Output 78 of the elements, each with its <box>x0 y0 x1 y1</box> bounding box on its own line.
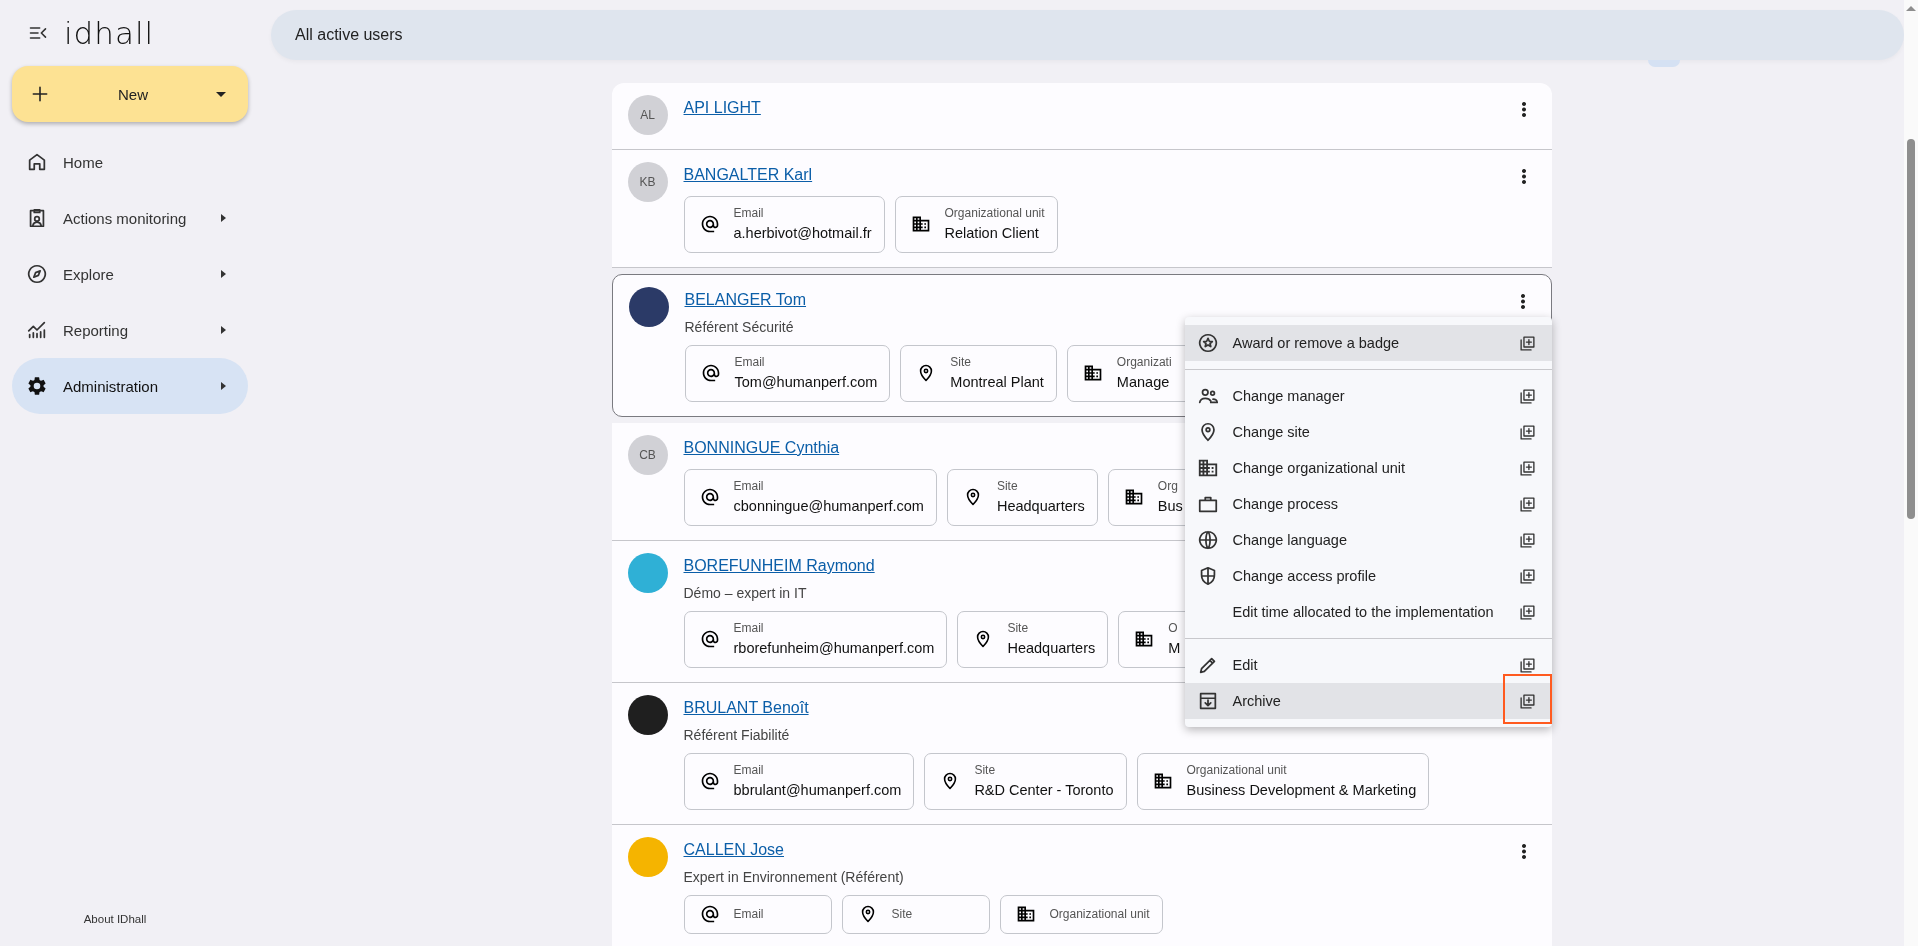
building-icon <box>1196 457 1219 479</box>
open-in-new-icon <box>1518 656 1536 674</box>
building-icon <box>1152 771 1173 791</box>
chart-icon <box>26 319 48 341</box>
at-sign-icon <box>699 629 720 649</box>
open-in-new-icon <box>1518 459 1536 477</box>
user-role: Démo – expert in IT <box>683 585 807 601</box>
avatar: AL <box>627 95 668 135</box>
more-icon <box>1521 168 1526 184</box>
user-name-link[interactable]: BONNINGUE Cynthia <box>683 437 840 459</box>
at-sign-icon <box>700 363 721 383</box>
caret-icon <box>216 91 226 97</box>
info-chip: Email cbonningue@humanperf.com <box>683 469 937 526</box>
building-icon <box>1015 904 1036 924</box>
avatar: KB <box>627 162 668 202</box>
info-chip: Organizational unit Business Development & Marketing <box>1136 753 1430 810</box>
home-icon <box>26 151 48 173</box>
info-chip: Email rborefunheim@humanperf.com <box>683 611 948 668</box>
search-bar[interactable]: All active users <box>271 10 1904 60</box>
settings-icon <box>26 375 48 397</box>
open-in-new-icon <box>1518 567 1536 585</box>
open-in-new-icon <box>1518 603 1536 621</box>
at-sign-icon <box>699 214 720 234</box>
user-name-link[interactable]: CALLEN Jose <box>683 839 784 861</box>
info-chip: Email <box>683 895 832 934</box>
user-name-link[interactable]: BELANGER Tom <box>684 289 807 311</box>
nav-item[interactable]: Actions monitoring <box>12 190 248 246</box>
at-sign-icon <box>699 904 720 924</box>
user-row[interactable]: CALLEN Jose Expert in Environnement (Référent) Email Site Organizational unit <box>611 825 1552 946</box>
open-in-new-icon <box>1518 692 1536 710</box>
open-in-new-icon <box>1518 423 1536 441</box>
user-row[interactable]: AL API LIGHT <box>611 83 1552 150</box>
info-chip: Email bbrulant@humanperf.com <box>683 753 915 810</box>
info-chip: Site R&D Center - Toronto <box>924 753 1127 810</box>
user-name-link[interactable]: BANGALTER Karl <box>683 164 813 186</box>
compass-icon <box>26 263 48 285</box>
open-in-new-icon <box>1518 387 1536 405</box>
open-in-new-icon <box>1518 334 1536 352</box>
info-chip: Email Tom@humanperf.com <box>684 345 891 402</box>
nav-item[interactable]: Administration <box>12 358 248 414</box>
user-role: Expert in Environnement (Référent) <box>683 869 904 885</box>
nav-item[interactable]: Explore <box>12 246 248 302</box>
info-chip: Organizational unit Relation Client <box>894 196 1058 253</box>
globe-icon <box>1196 529 1219 551</box>
info-chip: Organizational unit <box>999 895 1163 934</box>
building-icon <box>1134 629 1155 649</box>
avatar: CB <box>627 435 668 475</box>
logo: idhall <box>64 15 155 51</box>
info-chip: Site Montreal Plant <box>900 345 1057 402</box>
user-name-link[interactable]: API LIGHT <box>683 97 761 119</box>
user-name-link[interactable]: BRULANT Benoît <box>683 697 809 719</box>
at-sign-icon <box>699 487 720 507</box>
more-icon <box>1521 101 1526 117</box>
about-link[interactable]: About IDhall <box>83 913 147 925</box>
more-icon <box>1521 843 1526 859</box>
user-row[interactable]: KB BANGALTER Karl Email a.herbivot@hotmail.fr Organizational unit Relation Client <box>611 150 1552 268</box>
user-role: Référent Fiabilité <box>683 727 790 743</box>
info-chip: Site Headquarters <box>946 469 1098 526</box>
info-chip: Site Headquarters <box>957 611 1109 668</box>
info-chip: Email a.herbivot@hotmail.fr <box>683 196 885 253</box>
menu-item[interactable]: Change access profile <box>1184 558 1552 594</box>
more-icon <box>1520 293 1525 309</box>
menu-item[interactable]: Award or remove a badge <box>1184 325 1552 361</box>
user-role: Référent Sécurité <box>684 319 794 335</box>
plus-icon <box>30 84 50 104</box>
open-in-new-icon <box>1518 531 1536 549</box>
nav-item[interactable]: Home <box>12 134 248 190</box>
building-icon <box>910 214 931 234</box>
new-button[interactable]: New <box>12 66 248 122</box>
menu-item[interactable]: Archive <box>1184 683 1552 719</box>
info-chip: Site <box>841 895 990 934</box>
nav-item[interactable]: Reporting <box>12 302 248 358</box>
at-sign-icon <box>699 771 720 791</box>
building-icon <box>1123 487 1144 507</box>
open-in-new-icon <box>1518 495 1536 513</box>
building-icon <box>1082 363 1103 383</box>
user-name-link[interactable]: BOREFUNHEIM Raymond <box>683 555 875 577</box>
scrollbar[interactable] <box>1904 0 1918 946</box>
